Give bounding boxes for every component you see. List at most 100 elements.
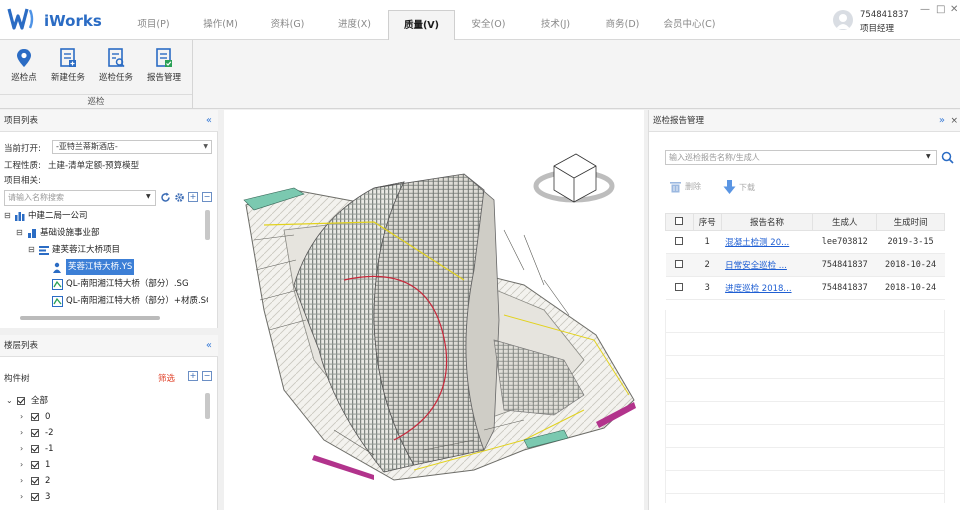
menu-project[interactable]: 项目(P) [120, 10, 187, 40]
floor-item[interactable]: › 0 [20, 409, 50, 425]
report-name-link[interactable]: 混凝土检测 20... [721, 230, 813, 254]
floor-checkbox[interactable] [31, 493, 39, 501]
tree-horizontal-scrollbar[interactable] [20, 316, 160, 320]
avatar[interactable] [833, 10, 853, 30]
chevron-down-icon[interactable]: ▼ [926, 153, 931, 160]
select-all-checkbox[interactable] [675, 216, 684, 225]
close-panel-button[interactable]: × [950, 110, 958, 132]
chevron-down-icon[interactable]: ⌄ [6, 393, 14, 409]
chevron-down-icon[interactable]: ▼ [146, 193, 151, 200]
expand-floors-button[interactable]: + [188, 371, 198, 381]
floor-item[interactable]: › 3 [20, 489, 50, 505]
row-checkbox-cell[interactable] [665, 230, 694, 254]
row-checkbox-cell[interactable] [665, 276, 694, 300]
report-name-link[interactable]: 进度巡检 2018... [721, 276, 813, 300]
menu-progress[interactable]: 进度(X) [321, 10, 388, 40]
main-menu: 项目(P) 操作(M) 资料(G) 进度(X) 质量(V) 安全(O) 技术(J… [120, 10, 723, 40]
chevron-right-icon[interactable]: › [20, 441, 28, 457]
tree-collapse-icon[interactable]: ⊟ [28, 242, 36, 258]
menu-quality[interactable]: 质量(V) [388, 10, 455, 40]
collapse-right-button[interactable]: » [939, 110, 945, 132]
select-all-cell[interactable] [665, 213, 694, 231]
collapse-floor-button[interactable]: « [206, 335, 212, 357]
collapse-all-button[interactable]: − [202, 192, 212, 202]
search-icon[interactable] [941, 151, 954, 164]
tree-node[interactable]: ⊟ 中建二局一公司 [4, 208, 88, 224]
report-panel: 巡检报告管理 » × 输入巡检报告名称/生成人 ▼ 删除 下载 序号 报告名称 [648, 110, 960, 510]
gear-icon[interactable] [174, 192, 185, 203]
menu-member-center[interactable]: 会员中心(C) [656, 10, 723, 40]
row-checkbox[interactable] [675, 236, 684, 245]
trash-icon [670, 182, 681, 193]
menu-safety[interactable]: 安全(O) [455, 10, 522, 40]
floor-item-all[interactable]: ⌄ 全部 [6, 393, 48, 409]
report-name-link[interactable]: 日常安全巡检 ... [721, 253, 813, 277]
table-row[interactable]: 3 进度巡检 2018... 754841837 2018-10-24 [665, 276, 945, 300]
tree-node[interactable]: ⊟ 建芙蓉江大桥项目 [28, 242, 120, 258]
floor-item[interactable]: › 1 [20, 457, 50, 473]
column-header[interactable]: 序号 [692, 213, 722, 231]
column-header[interactable]: 生成人 [812, 213, 878, 231]
menu-documents[interactable]: 资料(G) [254, 10, 321, 40]
floor-scrollbar[interactable] [205, 393, 210, 419]
inspection-task-button[interactable]: 巡检任务 [94, 48, 138, 83]
chevron-right-icon[interactable]: › [20, 425, 28, 441]
maximize-button[interactable]: □ [936, 4, 945, 15]
building-model-render[interactable] [224, 110, 644, 510]
tree-scrollbar[interactable] [205, 210, 210, 240]
tree-collapse-icon[interactable]: ⊟ [16, 225, 24, 241]
menu-technical[interactable]: 技术(J) [522, 10, 589, 40]
floor-item[interactable]: › 2 [20, 473, 50, 489]
project-tree: ⊟ 中建二局一公司 ⊟ 基础设施事业部 ⊟ 建芙蓉江大桥项目 芙蓉江特大桥.YS… [4, 208, 208, 318]
chevron-right-icon[interactable]: › [20, 457, 28, 473]
current-project-select[interactable]: -亚特兰蒂斯酒店- ▼ [52, 140, 212, 154]
chevron-right-icon[interactable]: › [20, 473, 28, 489]
empty-table-area [665, 310, 945, 503]
model-viewport[interactable] [224, 110, 644, 510]
collapse-floors-button[interactable]: − [202, 371, 212, 381]
row-checkbox[interactable] [675, 282, 684, 291]
menu-operation[interactable]: 操作(M) [187, 10, 254, 40]
floor-checkbox[interactable] [31, 445, 39, 453]
chevron-right-icon[interactable]: › [20, 409, 28, 425]
tree-node[interactable]: QL-南阳湘江特大桥（部分）.SG [52, 276, 189, 292]
floor-list-panel: 楼层列表 « 构件树 筛选 + − ⌄ 全部 › 0 › -2 › -1 › 1… [0, 335, 218, 510]
filter-button[interactable]: 筛选 [158, 372, 175, 384]
report-search-input[interactable]: 输入巡检报告名称/生成人 [665, 150, 937, 165]
download-button[interactable]: 下载 [723, 180, 755, 195]
floor-checkbox[interactable] [31, 429, 39, 437]
delete-button[interactable]: 删除 [669, 180, 701, 193]
floor-checkbox[interactable] [31, 413, 39, 421]
floor-item[interactable]: › -2 [20, 425, 53, 441]
menu-business[interactable]: 商务(D) [589, 10, 656, 40]
floor-item[interactable]: › -1 [20, 441, 53, 457]
table-row[interactable]: 1 混凝土检测 20... lee703812 2019-3-15 [665, 230, 945, 254]
collapse-left-button[interactable]: « [206, 110, 212, 132]
report-management-button[interactable]: 报告管理 [142, 48, 186, 83]
tree-node[interactable]: QL-南阳湘江特大桥（部分）+材质.SG [52, 293, 208, 309]
inspection-point-button[interactable]: 巡检点 [2, 48, 46, 83]
tree-node-selected[interactable]: 芙蓉江特大桥.YS [52, 259, 135, 275]
tree-collapse-icon[interactable]: ⊟ [4, 208, 12, 224]
floor-label: -2 [45, 428, 54, 438]
close-button[interactable]: ✕ [950, 4, 958, 15]
expand-all-button[interactable]: + [188, 192, 198, 202]
row-checkbox-cell[interactable] [665, 253, 694, 277]
column-header[interactable]: 报告名称 [720, 213, 814, 231]
minimize-button[interactable]: — [920, 4, 930, 15]
refresh-icon[interactable] [160, 192, 171, 203]
floor-checkbox[interactable] [31, 477, 39, 485]
panel-header: 巡检报告管理 » × [649, 110, 960, 132]
new-task-button[interactable]: 新建任务 [46, 48, 90, 83]
view-cube-icon[interactable] [533, 153, 615, 203]
column-header[interactable]: 生成时间 [876, 213, 945, 231]
row-checkbox[interactable] [675, 259, 684, 268]
project-search-input[interactable]: 请输入名称搜索 [4, 190, 156, 206]
tree-node[interactable]: ⊟ 基础设施事业部 [16, 225, 100, 241]
select-value: -亚特兰蒂斯酒店- [56, 142, 118, 151]
floor-checkbox[interactable] [17, 397, 25, 405]
download-arrow-icon [723, 180, 736, 194]
floor-checkbox[interactable] [31, 461, 39, 469]
table-row[interactable]: 2 日常安全巡检 ... 754841837 2018-10-24 [665, 253, 945, 277]
chevron-right-icon[interactable]: › [20, 489, 28, 505]
